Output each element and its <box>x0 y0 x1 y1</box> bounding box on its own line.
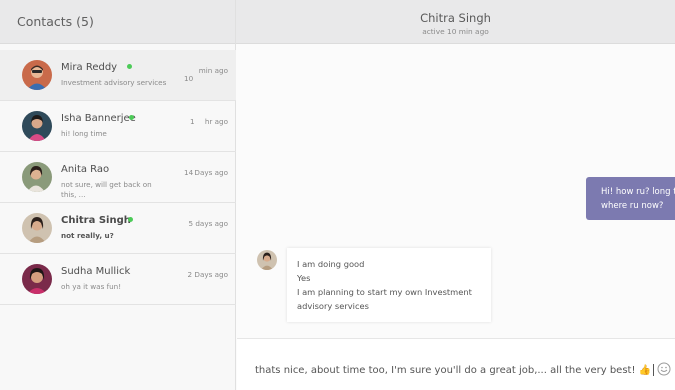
avatar <box>22 60 52 90</box>
contact-time: hr ago <box>204 117 228 126</box>
contact-name: Sudha Mullick <box>61 266 131 277</box>
avatar <box>22 264 52 294</box>
avatar <box>22 213 52 243</box>
unread-count: 10 <box>184 74 194 83</box>
chat-title: Chitra Singh <box>420 11 491 25</box>
outgoing-message: Hi! how ru? long tim where ru now? <box>586 177 675 220</box>
contact-item-sudha-mullick[interactable]: Sudha Mullick oh ya it was fun! 2 Days a… <box>0 254 236 305</box>
contacts-sidebar: Contacts (5) Mira Reddy Investment advis… <box>0 0 236 390</box>
message-line: Yes <box>297 273 311 283</box>
avatar <box>257 250 277 270</box>
contacts-header: Contacts (5) <box>0 0 235 44</box>
message-line: I am doing good <box>297 259 365 269</box>
message-line: Hi! how ru? long tim <box>601 187 675 197</box>
contact-time: Days ago <box>194 168 228 177</box>
contact-preview: oh ya it was fun! <box>61 282 122 291</box>
unread-count: 1 <box>190 117 195 126</box>
contact-name: Chitra Singh <box>61 215 131 226</box>
online-status-icon <box>127 64 132 69</box>
contact-item-chitra-singh[interactable]: Chitra Singh not really, u? 5 days ago <box>0 203 236 254</box>
smiley-icon[interactable] <box>657 362 671 376</box>
contact-item-mira-reddy[interactable]: Mira Reddy Investment advisory services … <box>0 50 236 101</box>
contact-time: 2 Days ago <box>187 270 228 279</box>
message-line: I am planning to start my own Investment <box>297 287 472 297</box>
contact-name: Anita Rao <box>61 164 110 175</box>
online-status-icon <box>128 217 133 222</box>
message-input-text[interactable]: thats nice, about time too, I'm sure you… <box>255 364 655 376</box>
contact-preview: not really, u? <box>61 231 114 240</box>
contact-preview: hi! long time <box>61 129 107 138</box>
incoming-message: I am doing good Yes I am planning to sta… <box>287 248 491 322</box>
message-line: where ru now? <box>601 201 664 211</box>
chat-header: Chitra Singh active 10 min ago <box>236 0 675 44</box>
message-input[interactable]: thats nice, about time too, I'm sure you… <box>237 338 675 390</box>
contact-item-anita-rao[interactable]: Anita Rao not sure, will get back on thi… <box>0 152 236 203</box>
online-status-icon <box>129 115 134 120</box>
contact-time: 5 days ago <box>188 219 228 228</box>
contact-time: min ago <box>198 66 228 75</box>
chat-status: active 10 min ago <box>422 27 489 36</box>
contact-item-isha-bannerjee[interactable]: Isha Bannerjee hi! long time 1 hr ago <box>0 101 236 152</box>
contact-name: Mira Reddy <box>61 62 118 73</box>
message-line: advisory services <box>297 301 369 311</box>
avatar <box>22 162 52 192</box>
contact-name: Isha Bannerjee <box>61 113 136 124</box>
contact-preview: not sure, will get back on this, ... <box>61 180 152 199</box>
avatar <box>22 111 52 141</box>
unread-count: 14 <box>184 168 194 177</box>
contact-preview: Investment advisory services <box>61 78 167 87</box>
